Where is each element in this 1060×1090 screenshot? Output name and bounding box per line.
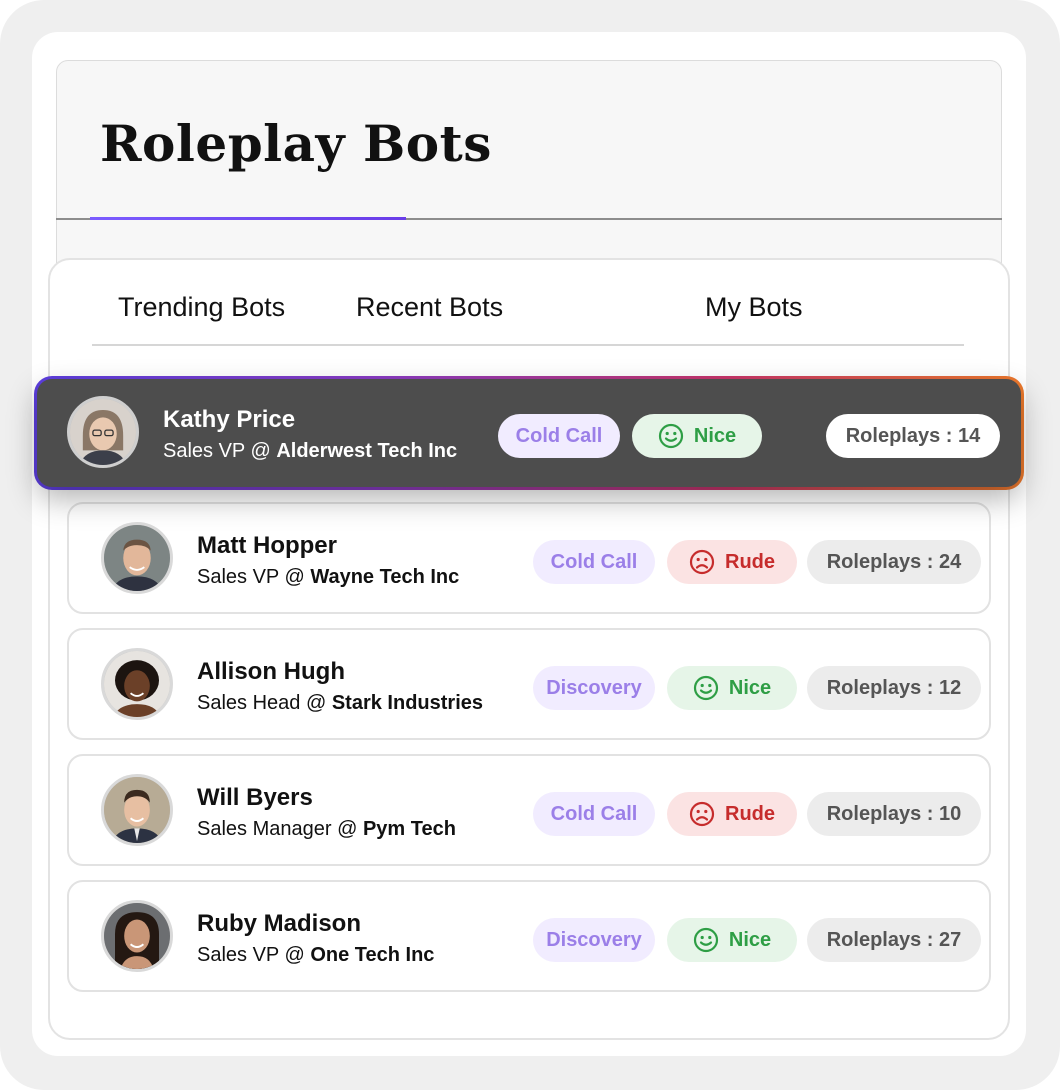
mood-badge: Nice (667, 666, 797, 710)
bot-name: Allison Hugh (197, 658, 345, 685)
mood-label: Rude (725, 802, 775, 825)
tab-trending-bots[interactable]: Trending Bots (118, 292, 285, 323)
avatar-will-byers (101, 774, 173, 846)
bot-company: Wayne Tech Inc (310, 566, 460, 588)
bot-name: Will Byers (197, 784, 313, 811)
mood-badge: Rude (667, 792, 797, 836)
roleplays-count-badge: Roleplays : 24 (807, 540, 981, 584)
call-type-badge: Cold Call (533, 540, 655, 584)
mood-label: Rude (725, 550, 775, 573)
smile-icon (693, 675, 718, 701)
call-type-badge: Discovery (533, 918, 655, 962)
mood-label: Nice (693, 424, 737, 447)
mood-badge: Rude (667, 540, 797, 584)
call-type-badge: Cold Call (533, 792, 655, 836)
bot-title: Sales VP @ Wayne Tech Inc (197, 566, 460, 588)
bot-title: Sales VP @ Alderwest Tech Inc (163, 440, 458, 462)
title-underline-accent (90, 217, 406, 220)
bot-company: Stark Industries (331, 692, 483, 714)
bot-title: Sales VP @ One Tech Inc (197, 944, 435, 966)
bot-name: Ruby Madison (197, 910, 362, 937)
smile-icon (693, 927, 718, 953)
avatar-matt-hopper (101, 522, 173, 594)
smile-icon (658, 423, 683, 449)
tab-recent-bots[interactable]: Recent Bots (356, 292, 503, 323)
bot-company: Pym Tech (362, 818, 456, 840)
bot-company: One Tech Inc (310, 944, 435, 966)
bot-title: Sales Manager @ Pym Tech (197, 818, 456, 840)
bot-title: Sales Head @ Stark Industries (197, 692, 483, 714)
avatar-ruby-madison (101, 900, 173, 972)
roleplays-count-badge: Roleplays : 27 (807, 918, 981, 962)
frown-icon (689, 801, 715, 827)
bot-company: Alderwest Tech Inc (276, 440, 458, 462)
frown-icon (689, 549, 715, 575)
mood-label: Nice (728, 928, 772, 951)
tabs-divider (92, 344, 964, 346)
tab-my-bots[interactable]: My Bots (705, 292, 803, 323)
bot-name: Kathy Price (163, 406, 296, 433)
mood-badge: Nice (632, 414, 762, 458)
roleplays-count-badge: Roleplays : 10 (807, 792, 981, 836)
call-type-badge: Cold Call (498, 414, 620, 458)
mood-label: Nice (728, 676, 772, 699)
avatar-allison-hugh (101, 648, 173, 720)
call-type-badge: Discovery (533, 666, 655, 710)
avatar-kathy-price (67, 396, 139, 468)
mood-badge: Nice (667, 918, 797, 962)
roleplays-count-badge: Roleplays : 14 (826, 414, 1000, 458)
bot-name: Matt Hopper (197, 532, 337, 559)
roleplays-count-badge: Roleplays : 12 (807, 666, 981, 710)
page-title: Roleplay Bots (100, 114, 492, 173)
